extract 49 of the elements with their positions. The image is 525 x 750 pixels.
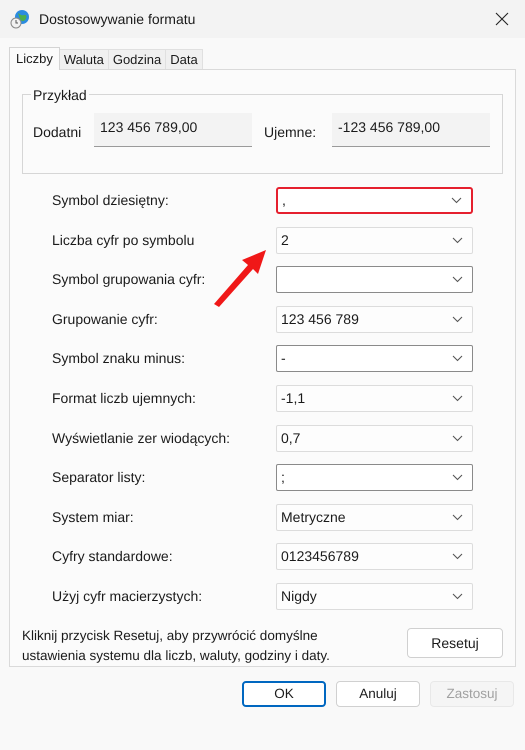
chevron-down-icon <box>452 514 463 521</box>
setting-label: Grupowanie cyfr: <box>52 310 159 329</box>
chevron-down-icon <box>452 395 463 402</box>
tab[interactable]: Waluta <box>60 49 109 69</box>
positive-label: Dodatni <box>33 123 82 142</box>
chevron-down-icon <box>452 434 463 442</box>
chevron-down-icon <box>452 236 463 244</box>
dropdown-field[interactable]: Nigdy <box>276 583 473 610</box>
negative-value-field: -123 456 789,00 <box>332 113 490 147</box>
dropdown-field[interactable]: 2 <box>276 226 473 254</box>
setting-label: Liczba cyfr po symbolu <box>52 230 196 250</box>
dropdown-field[interactable]: -1,1 <box>276 385 473 412</box>
dropdown-field[interactable]: Metryczne <box>276 504 473 531</box>
dropdown-field[interactable]: ; <box>276 464 473 492</box>
setting-label: Separator listy: <box>52 468 146 488</box>
setting-label: Symbol grupowania cyfr: <box>52 270 206 290</box>
close-icon <box>495 12 509 26</box>
annotation-arrow <box>212 249 268 307</box>
setting-label: Symbol znaku minus: <box>52 349 186 368</box>
setting-label: System miar: <box>52 508 135 527</box>
dropdown-field[interactable]: 0,7 <box>276 424 473 452</box>
negative-label: Ujemne: <box>264 123 318 142</box>
setting-label: Symbol dziesiętny: <box>52 191 170 210</box>
chevron-down-icon <box>452 276 463 284</box>
dialog-button[interactable]: Anuluj <box>336 681 420 707</box>
chevron-down-icon <box>452 593 463 600</box>
positive-value-field: 123 456 789,00 <box>94 113 252 147</box>
setting-label: Wyświetlanie zer wiodących: <box>52 428 232 448</box>
dropdown-field[interactable]: 0123456789 <box>276 543 473 570</box>
chevron-down-icon <box>452 316 463 323</box>
dropdown-field[interactable]: , <box>276 187 473 214</box>
setting-label: Użyj cyfr macierzystych: <box>52 587 204 606</box>
chevron-down-icon <box>452 553 463 560</box>
dialog-button[interactable]: OK <box>242 681 326 707</box>
setting-label: Format liczb ujemnych: <box>52 389 197 408</box>
tab[interactable]: Data <box>166 49 203 69</box>
dropdown-field[interactable]: - <box>276 345 473 372</box>
reset-note: Kliknij przycisk Resetuj, aby przywrócić domyślne ustawienia systemu dla liczb, waluty, godziny i daty. <box>22 627 331 665</box>
dropdown-field[interactable] <box>276 266 473 294</box>
reset-button[interactable]: Resetuj <box>407 628 503 658</box>
chevron-down-icon <box>452 474 463 482</box>
window-title: Dostosowywanie formatu <box>39 10 196 29</box>
tab[interactable]: Godzina <box>108 49 166 69</box>
dropdown-field[interactable]: 123 456 789 <box>276 306 473 333</box>
chevron-down-icon <box>451 197 462 204</box>
setting-label: Cyfry standardowe: <box>52 547 174 566</box>
globe-clock-icon <box>10 9 30 29</box>
tab[interactable]: Liczby <box>9 47 60 70</box>
chevron-down-icon <box>452 355 463 362</box>
